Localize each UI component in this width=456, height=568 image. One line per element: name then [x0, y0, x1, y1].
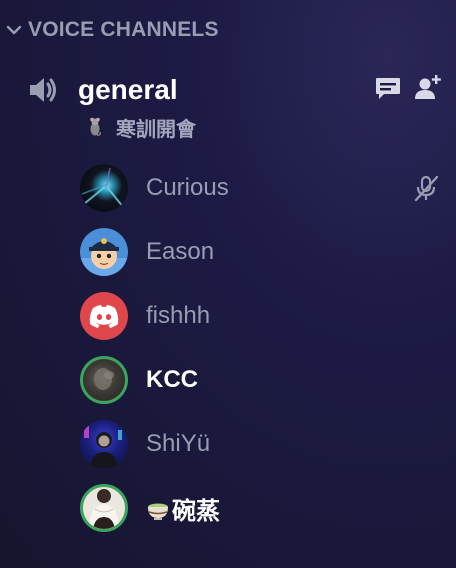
avatar [80, 420, 128, 468]
add-user-icon[interactable] [414, 74, 442, 102]
voice-member-eason[interactable]: Eason [80, 226, 450, 278]
mouse-emoji-icon [90, 117, 101, 136]
channel-name: general [78, 74, 178, 105]
member-name: Eason [146, 238, 215, 265]
avatar [80, 484, 128, 532]
member-name: ShiYü [146, 430, 211, 457]
bowl-emoji-icon [148, 503, 168, 520]
voice-member-shiyu[interactable]: ShiYü [80, 418, 450, 470]
discord-logo-icon [89, 305, 119, 328]
channel-status: 寒訓開會 [84, 112, 196, 142]
member-name: KCC [146, 366, 198, 393]
voice-member-curious[interactable]: Curious [80, 162, 450, 214]
chevron-down-icon [6, 25, 22, 35]
section-title: VOICE CHANNELS [28, 18, 219, 41]
chat-bubble-icon[interactable] [374, 74, 402, 102]
speaker-icon [30, 78, 56, 102]
channel-status-text: 寒訓開會 [116, 118, 196, 141]
avatar [80, 356, 128, 404]
avatar [80, 228, 128, 276]
avatar [80, 164, 128, 212]
voice-channels-header[interactable]: VOICE CHANNELS [4, 16, 219, 44]
voice-member-fishhh[interactable]: fishhh [80, 290, 450, 342]
voice-channel-general[interactable]: general [26, 68, 450, 112]
member-name: fishhh [146, 302, 211, 329]
member-name: 碗蒸 [146, 491, 220, 526]
voice-member-kcc[interactable]: KCC [80, 354, 450, 406]
mic-off-icon [414, 175, 439, 202]
avatar [80, 292, 128, 340]
member-name: Curious [146, 174, 229, 201]
voice-member-wanzheng[interactable]: 碗蒸 [80, 482, 450, 534]
